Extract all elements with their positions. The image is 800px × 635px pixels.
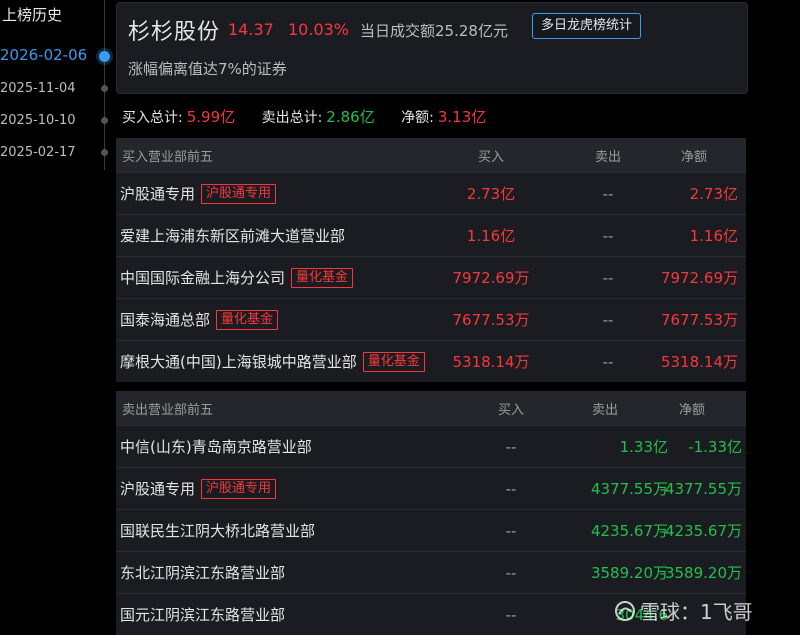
broker-tag: 沪股通专用 — [201, 183, 277, 204]
net-amount: -4377.55万 — [659, 480, 742, 498]
buy-amount: 5318.14万 — [452, 353, 530, 371]
multi-day-stats-button[interactable]: 多日龙虎榜统计 — [532, 13, 642, 39]
broker-name-cell: 沪股通专用 沪股通专用 — [120, 173, 277, 214]
broker-name-cell: 国联民生江阴大桥北路营业部 — [120, 510, 315, 551]
history-date-2025-10-10[interactable]: 2025-10-10 — [0, 113, 76, 128]
header-name: 买入营业部前五 — [122, 149, 214, 165]
broker-tag: 量化基金 — [216, 309, 279, 330]
net-amount: 7972.69万 — [660, 269, 738, 287]
broker-name-cell: 沪股通专用 沪股通专用 — [120, 468, 277, 509]
buy-amount: 7972.69万 — [452, 269, 530, 287]
header-buy: 买入 — [477, 149, 504, 165]
table-row[interactable]: 沪股通专用 沪股通专用 -- 4377.55万 -4377.55万 — [116, 467, 746, 509]
table-row[interactable]: 国泰海通总部 量化基金 7677.53万 -- 7677.53万 — [116, 298, 746, 340]
timeline-dot — [101, 117, 108, 124]
buy-amount: 7677.53万 — [452, 311, 530, 329]
broker-name: 国联民生江阴大桥北路营业部 — [120, 522, 316, 540]
broker-tag: 量化基金 — [291, 267, 354, 288]
header-name: 卖出营业部前五 — [122, 402, 214, 418]
buy-amount: 1.16亿 — [466, 227, 516, 245]
table-header: 卖出营业部前五 买入 卖出 净额 — [116, 391, 746, 425]
net-amount: 5318.14万 — [660, 353, 738, 371]
net-amount: 1.16亿 — [689, 227, 738, 245]
table-header: 买入营业部前五 买入 卖出 净额 — [116, 138, 746, 172]
net-amount: -4235.67万 — [659, 522, 742, 540]
table-row[interactable]: 中信(山东)青岛南京路营业部 -- 1.33亿 -1.33亿 — [116, 425, 746, 467]
broker-name: 国元江阴滨江东路营业部 — [120, 606, 286, 624]
broker-name-cell: 国泰海通总部 量化基金 — [120, 299, 279, 340]
net-amount: -1.33亿 — [688, 438, 742, 456]
buy-brokers-table: 买入营业部前五 买入 卖出 净额 沪股通专用 沪股通专用 2.73亿 -- 2.73亿爱… — [116, 138, 746, 382]
broker-name-cell: 中国国际金融上海分公司 量化基金 — [120, 257, 354, 298]
broker-name-cell: 爱建上海浦东新区前滩大道营业部 — [120, 215, 345, 256]
broker-name: 摩根大通(中国)上海银城中路营业部 — [120, 353, 357, 371]
sell-total-value: 2.86亿 — [326, 108, 375, 126]
broker-name: 东北江阴滨江东路营业部 — [120, 564, 286, 582]
net-amount: -3589.20万 — [659, 564, 742, 582]
stock-change-percent: 10.03% — [288, 20, 350, 39]
table-row[interactable]: 沪股通专用 沪股通专用 2.73亿 -- 2.73亿 — [116, 172, 746, 214]
net-amount: 7677.53万 — [660, 311, 738, 329]
broker-name: 国泰海通总部 — [120, 311, 211, 329]
broker-name: 沪股通专用 — [120, 185, 196, 203]
history-title: 上榜历史 — [2, 6, 63, 24]
header-net: 净额 — [678, 402, 705, 418]
broker-name-cell: 国元江阴滨江东路营业部 — [120, 594, 285, 635]
broker-name: 中信(山东)青岛南京路营业部 — [120, 438, 312, 456]
timeline-dot-active — [99, 51, 110, 62]
timeline-dot — [101, 85, 108, 92]
table-row[interactable]: 东北江阴滨江东路营业部 -- 3589.20万 -3589.20万 — [116, 551, 746, 593]
net-amount: 2.73亿 — [689, 185, 738, 203]
history-date-2025-02-17[interactable]: 2025-02-17 — [0, 145, 76, 160]
broker-name-cell: 东北江阴滨江东路营业部 — [120, 552, 285, 593]
table-row[interactable]: 爱建上海浦东新区前滩大道营业部 1.16亿 -- 1.16亿 — [116, 214, 746, 256]
watermark: 雪球：1飞哥 — [614, 596, 753, 627]
history-date-2025-11-04[interactable]: 2025-11-04 — [0, 81, 76, 96]
turnover-text: 当日成交额25.28亿元 — [360, 22, 508, 40]
snowball-logo-icon — [614, 600, 636, 627]
table-row[interactable]: 国联民生江阴大桥北路营业部 -- 4235.67万 -4235.67万 — [116, 509, 746, 551]
timeline-dot — [101, 149, 108, 156]
header-net: 净额 — [680, 149, 707, 165]
history-date-2026-02-06[interactable]: 2026-02-06 — [0, 46, 87, 64]
stock-name: 杉杉股份 — [128, 20, 221, 45]
broker-name: 爱建上海浦东新区前滩大道营业部 — [120, 227, 346, 245]
watermark-text: 雪球：1飞哥 — [640, 600, 753, 624]
sell-total-label: 卖出总计: — [261, 110, 323, 126]
table-row[interactable]: 中国国际金融上海分公司 量化基金 7972.69万 -- 7972.69万 — [116, 256, 746, 298]
net-total-label: 净额: — [401, 110, 434, 126]
broker-name: 沪股通专用 — [120, 480, 196, 498]
table-row[interactable]: 摩根大通(中国)上海银城中路营业部 量化基金 5318.14万 -- 5318.14万 — [116, 340, 746, 382]
broker-name-cell: 中信(山东)青岛南京路营业部 — [120, 426, 312, 467]
buy-amount: 2.73亿 — [466, 185, 516, 203]
listing-reason: 涨幅偏离值达7%的证券 — [128, 60, 287, 78]
broker-name: 中国国际金融上海分公司 — [120, 269, 286, 287]
buy-total-value: 5.99亿 — [186, 108, 236, 126]
stock-price: 14.37 — [228, 20, 274, 39]
totals-bar: 买入总计: 5.99亿 卖出总计: 2.86亿 净额: 3.13亿 — [122, 106, 508, 127]
net-total-value: 3.13亿 — [437, 108, 487, 126]
buy-total-label: 买入总计: — [122, 110, 183, 126]
broker-tag: 沪股通专用 — [201, 478, 277, 499]
broker-name-cell: 摩根大通(中国)上海银城中路营业部 量化基金 — [120, 341, 425, 382]
